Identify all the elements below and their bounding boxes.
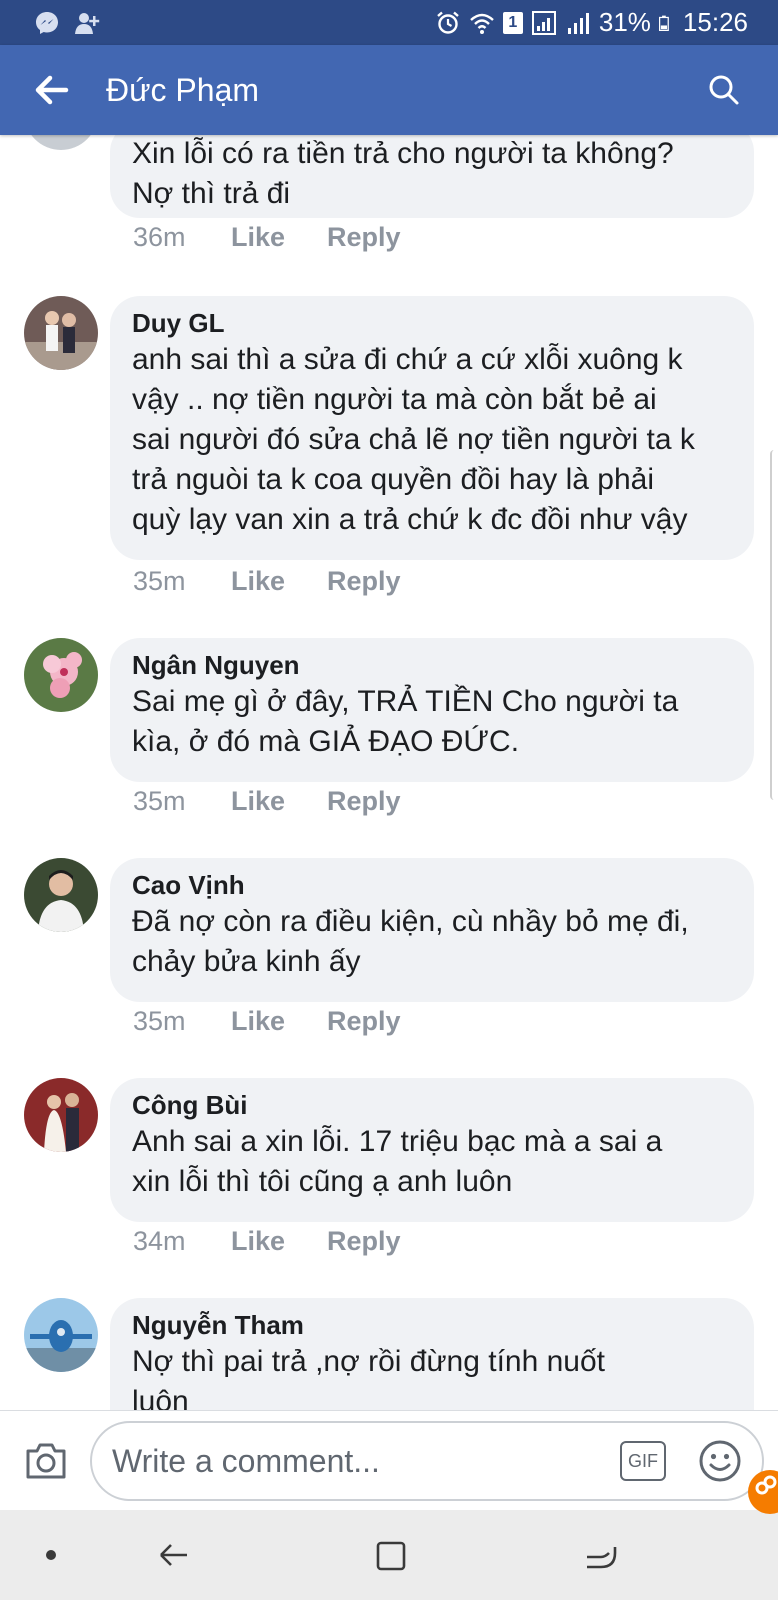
- comment-meta: 34m Like Reply: [133, 1226, 401, 1257]
- comment-author[interactable]: Duy GL: [132, 306, 732, 340]
- reply-button[interactable]: Reply: [327, 1226, 401, 1257]
- reply-button[interactable]: Reply: [327, 1006, 401, 1037]
- comment-bubble[interactable]: Cao Vịnh Đã nợ còn ra điều kiện, cù nhầy…: [110, 858, 754, 1002]
- status-bar: 1 31% 15:26: [0, 0, 778, 45]
- reply-button[interactable]: Reply: [327, 786, 401, 817]
- avatar-photo: [24, 1298, 98, 1372]
- signal-icon: [531, 10, 556, 35]
- avatar[interactable]: [24, 858, 98, 932]
- comment-text: Xin lỗi có ra tiền trả cho người ta khôn…: [132, 137, 674, 210]
- search-icon: [709, 75, 739, 105]
- wifi-icon: [470, 13, 494, 34]
- comment-author[interactable]: Ngân Nguyen: [132, 648, 732, 682]
- battery-icon: [658, 15, 669, 31]
- page-title: Đức Phạm: [106, 71, 260, 108]
- comment-meta: 35m Like Reply: [133, 1006, 401, 1037]
- like-button[interactable]: Like: [231, 1226, 327, 1257]
- comment-bubble[interactable]: Công Bùi Anh sai a xin lỗi. 17 triệu bạc…: [110, 1078, 754, 1222]
- like-button[interactable]: Like: [231, 566, 327, 597]
- comment-author[interactable]: Công Bùi: [132, 1088, 732, 1122]
- comment-meta: 36m Like Reply: [133, 222, 401, 253]
- comment-bubble[interactable]: Xin lỗi có ra tiền trả cho người ta khôn…: [110, 122, 754, 218]
- nav-dot-button[interactable]: [28, 1532, 74, 1578]
- nav-back-button[interactable]: [150, 1532, 196, 1578]
- comment-meta: 35m Like Reply: [133, 786, 401, 817]
- comment-author[interactable]: Nguyễn Tham: [132, 1308, 732, 1342]
- comment-bubble[interactable]: Duy GL anh sai thì a sửa đi chứ a cứ xlỗ…: [110, 296, 754, 560]
- alarm-icon: [437, 11, 459, 34]
- comment-time: 35m: [133, 566, 186, 596]
- comment-text: Đã nợ còn ra điều kiện, cù nhầy bỏ mẹ đi…: [132, 905, 689, 978]
- nav-back-icon: [160, 1544, 187, 1566]
- avatar-photo: [24, 858, 98, 932]
- link-icon: [755, 1475, 777, 1495]
- like-button[interactable]: Like: [231, 1006, 327, 1037]
- comment-time: 36m: [133, 222, 186, 252]
- comment-bubble[interactable]: Nguyễn Tham Nợ thì pai trả ,nợ rồi đừng …: [110, 1298, 754, 1410]
- sim-badge: 1: [502, 11, 523, 34]
- battery-percent: 31%: [598, 7, 651, 37]
- camera-button[interactable]: [22, 1437, 70, 1485]
- avatar[interactable]: [24, 1078, 98, 1152]
- reply-button[interactable]: Reply: [327, 222, 401, 253]
- like-button[interactable]: Like: [231, 786, 327, 817]
- comment-list[interactable]: Xin lỗi có ra tiền trả cho người ta khôn…: [0, 0, 778, 1410]
- avatar-photo: [24, 638, 98, 712]
- comment-time: 35m: [133, 786, 186, 816]
- comment-meta: 35m Like Reply: [133, 566, 401, 597]
- scroll-indicator[interactable]: [770, 450, 778, 800]
- nav-recents-icon: [587, 1547, 617, 1569]
- gif-button[interactable]: GIF: [620, 1441, 666, 1481]
- comment-text: anh sai thì a sửa đi chứ a cứ xlỗi xuông…: [132, 343, 695, 536]
- facebook-comments-screen: Xin lỗi có ra tiền trả cho người ta khôn…: [0, 0, 778, 1600]
- search-button[interactable]: [700, 66, 748, 114]
- nav-home-icon: [376, 1541, 406, 1571]
- avatar-photo: [24, 296, 98, 370]
- clock: 15:26: [682, 7, 748, 37]
- friend-request-icon: [75, 12, 100, 34]
- avatar[interactable]: [24, 638, 98, 712]
- sticker-icon[interactable]: [698, 1439, 742, 1483]
- app-header: Đức Phạm: [0, 45, 778, 135]
- avatar-photo: [24, 1078, 98, 1152]
- reply-button[interactable]: Reply: [327, 566, 401, 597]
- camera-icon: [26, 1443, 66, 1478]
- back-arrow-icon: [35, 75, 69, 105]
- system-nav-bar: [0, 1510, 778, 1600]
- nav-recents-button[interactable]: [578, 1532, 624, 1578]
- comment-bubble[interactable]: Ngân Nguyen Sai mẹ gì ở đây, TRẢ TIỀN Ch…: [110, 638, 754, 782]
- avatar[interactable]: [24, 1298, 98, 1372]
- nav-home-button[interactable]: [368, 1532, 414, 1578]
- comment-composer: GIF: [0, 1410, 778, 1510]
- messenger-icon: [36, 11, 58, 34]
- comment-author[interactable]: Cao Vịnh: [132, 868, 732, 902]
- dot-icon: [46, 1550, 56, 1560]
- comment-text: Anh sai a xin lỗi. 17 triệu bạc mà a sai…: [132, 1125, 663, 1198]
- comment-time: 34m: [133, 1226, 186, 1256]
- comment-text: Nợ thì pai trả ,nợ rồi đừng tính nuốt lu…: [132, 1345, 606, 1410]
- chat-head-bubble[interactable]: [748, 1470, 778, 1514]
- comment-text: Sai mẹ gì ở đây, TRẢ TIỀN Cho người ta k…: [132, 685, 679, 758]
- comment-time: 35m: [133, 1006, 186, 1036]
- back-button[interactable]: [26, 64, 78, 116]
- like-button[interactable]: Like: [231, 222, 327, 253]
- avatar[interactable]: [24, 296, 98, 370]
- signal-bars-icon: [567, 12, 589, 34]
